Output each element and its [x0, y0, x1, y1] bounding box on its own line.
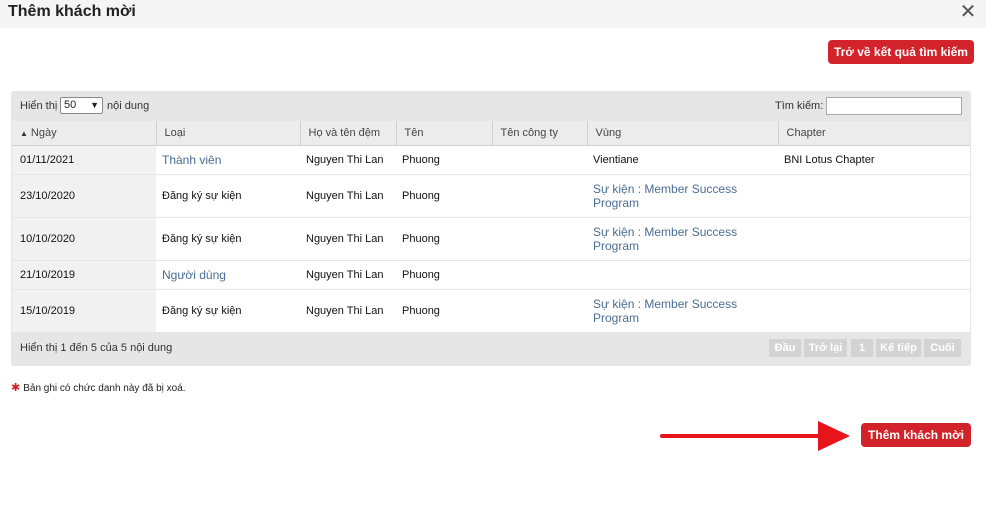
cell-company — [492, 289, 587, 333]
arrow-head — [818, 421, 850, 451]
cell-chapter — [778, 260, 970, 290]
sort-ascending-icon: ▲ — [20, 128, 28, 138]
cell-region: Sự kiện : Member Success Program — [587, 289, 778, 333]
cell-first-name: Phuong — [396, 260, 492, 290]
table-row: 10/10/2020 Đăng ký sự kiện Nguyen Thi La… — [12, 217, 970, 261]
type-link[interactable]: Thành viên — [162, 153, 221, 167]
results-table: ▲ Ngày Loại Họ và tên đệm Tên Tên công ty… — [12, 121, 970, 333]
cell-region: Sự kiện : Member Success Program — [587, 217, 778, 261]
column-header-first-name[interactable]: Tên — [396, 121, 493, 146]
cell-region: Vientiane — [587, 145, 778, 175]
cell-chapter — [778, 289, 970, 333]
pagination-page-1[interactable]: 1 — [851, 339, 873, 357]
table-info: Hiển thị 1 đến 5 của 5 nội dung — [20, 342, 173, 354]
page-length-suffix: nội dung — [107, 100, 150, 112]
cell-date: 23/10/2020 — [12, 174, 156, 218]
cell-first-name: Phuong — [396, 217, 492, 261]
table-row: 21/10/2019 Người dùng Nguyen Thi Lan Phu… — [12, 260, 970, 290]
results-table-panel: Hiển thị 50 ▼ nội dung Tìm kiếm: ▲ Ngày L… — [11, 91, 971, 366]
cell-company — [492, 217, 587, 261]
cell-type: Người dùng — [156, 260, 300, 290]
cell-type: Thành viên — [156, 145, 300, 175]
cell-type: Đăng ký sự kiện — [156, 217, 300, 261]
cell-first-name: Phuong — [396, 174, 492, 218]
cell-chapter — [778, 174, 970, 218]
page-length-select[interactable]: 50 ▼ — [60, 97, 103, 114]
close-icon[interactable]: ✕ — [958, 2, 978, 22]
cell-chapter: BNI Lotus Chapter — [778, 145, 970, 175]
pagination-first-button[interactable]: Đầu — [769, 339, 801, 357]
search-input[interactable] — [826, 97, 962, 115]
dialog-header: Thêm khách mời ✕ — [0, 0, 986, 28]
cell-region: Sự kiện : Member Success Program — [587, 174, 778, 218]
cell-middle-name: Nguyen Thi Lan — [300, 260, 396, 290]
back-to-results-button[interactable]: Trở về kết quả tìm kiếm — [828, 40, 974, 64]
cell-middle-name: Nguyen Thi Lan — [300, 174, 396, 218]
chevron-down-icon: ▼ — [90, 100, 99, 110]
pagination-prev-button[interactable]: Trở lại — [804, 339, 847, 357]
type-link[interactable]: Người dùng — [162, 268, 226, 282]
table-row: 01/11/2021 Thành viên Nguyen Thi Lan Phu… — [12, 145, 970, 175]
asterisk-icon: ✱ — [11, 382, 21, 394]
page-length-label: Hiển thị — [20, 100, 58, 112]
cell-first-name: Phuong — [396, 289, 492, 333]
region-link[interactable]: Sự kiện : Member Success Program — [593, 297, 753, 325]
cell-date: 10/10/2020 — [12, 217, 156, 261]
add-guest-button[interactable]: Thêm khách mời — [861, 423, 971, 447]
cell-company — [492, 145, 587, 175]
search-label: Tìm kiếm: — [775, 100, 824, 112]
region-link[interactable]: Sự kiện : Member Success Program — [593, 225, 753, 253]
table-controls: Hiển thị 50 ▼ nội dung Tìm kiếm: — [11, 91, 971, 121]
cell-type: Đăng ký sự kiện — [156, 174, 300, 218]
table-row: 15/10/2019 Đăng ký sự kiện Nguyen Thi La… — [12, 289, 970, 333]
column-header-region[interactable]: Vùng — [587, 121, 779, 146]
column-header-middle-name[interactable]: Họ và tên đệm — [300, 121, 397, 146]
cell-middle-name: Nguyen Thi Lan — [300, 217, 396, 261]
column-header-chapter[interactable]: Chapter — [778, 121, 970, 146]
arrow-pointer-icon — [660, 421, 850, 451]
cell-company — [492, 260, 587, 290]
cell-region — [587, 260, 778, 290]
deleted-record-note: ✱ Bản ghi có chức danh này đã bị xoá. — [11, 381, 186, 394]
cell-middle-name: Nguyen Thi Lan — [300, 145, 396, 175]
cell-type: Đăng ký sự kiện — [156, 289, 300, 333]
table-row: 23/10/2020 Đăng ký sự kiện Nguyen Thi La… — [12, 174, 970, 218]
dialog-title: Thêm khách mời — [8, 3, 136, 20]
table-header-row: ▲ Ngày Loại Họ và tên đệm Tên Tên công ty… — [12, 121, 970, 146]
column-header-date[interactable]: ▲ Ngày — [12, 121, 157, 146]
cell-first-name: Phuong — [396, 145, 492, 175]
region-link[interactable]: Sự kiện : Member Success Program — [593, 182, 753, 210]
pagination-last-button[interactable]: Cuối — [924, 339, 961, 357]
column-header-company[interactable]: Tên công ty — [492, 121, 588, 146]
cell-company — [492, 174, 587, 218]
cell-date: 15/10/2019 — [12, 289, 156, 333]
page-length-value: 50 — [64, 99, 77, 111]
cell-date: 21/10/2019 — [12, 260, 156, 290]
cell-middle-name: Nguyen Thi Lan — [300, 289, 396, 333]
cell-date: 01/11/2021 — [12, 145, 156, 175]
column-header-type[interactable]: Loại — [156, 121, 301, 146]
cell-chapter — [778, 217, 970, 261]
note-text: Bản ghi có chức danh này đã bị xoá. — [23, 383, 186, 394]
pagination-next-button[interactable]: Kế tiếp — [876, 339, 921, 357]
